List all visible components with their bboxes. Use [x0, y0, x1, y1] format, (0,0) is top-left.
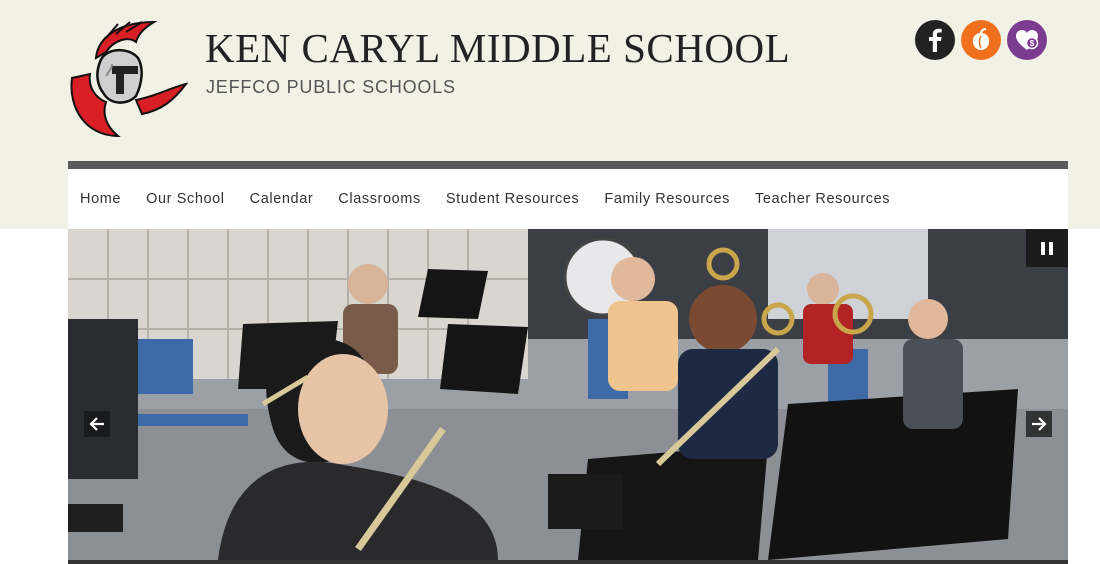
- arrow-left-icon: [89, 417, 104, 431]
- nav-item-calendar[interactable]: Calendar: [250, 191, 314, 207]
- site-subtitle: JEFFCO PUBLIC SCHOOLS: [206, 77, 456, 97]
- peachjar-button[interactable]: [961, 20, 1001, 60]
- pause-button[interactable]: [1026, 229, 1068, 267]
- main-nav: Home Our School Calendar Classrooms Stud…: [68, 169, 1068, 229]
- spartan-helmet-icon[interactable]: [66, 18, 188, 140]
- nav-divider: [68, 161, 1068, 169]
- band-class-photo: [68, 229, 1068, 560]
- facebook-button[interactable]: [915, 20, 955, 60]
- nav-item-student-resources[interactable]: Student Resources: [446, 191, 580, 207]
- donate-heart-icon: $: [1016, 30, 1039, 50]
- hero-slideshow[interactable]: [68, 229, 1068, 560]
- pause-icon: [1041, 241, 1045, 255]
- nav-item-teacher-resources[interactable]: Teacher Resources: [755, 191, 890, 207]
- nav-item-family-resources[interactable]: Family Resources: [604, 191, 730, 207]
- next-slide-button[interactable]: [1026, 411, 1052, 437]
- peachjar-icon: [972, 28, 990, 50]
- donate-button[interactable]: $: [1007, 20, 1047, 60]
- nav-item-classrooms[interactable]: Classrooms: [338, 191, 421, 207]
- facebook-icon: [929, 28, 942, 52]
- svg-text:$: $: [1030, 39, 1035, 48]
- page-title: KEN CARYL MIDDLE SCHOOL: [205, 25, 791, 71]
- prev-slide-button[interactable]: [84, 411, 110, 437]
- nav-item-our-school[interactable]: Our School: [146, 191, 225, 207]
- nav-item-home[interactable]: Home: [80, 191, 121, 207]
- arrow-right-icon: [1032, 417, 1047, 431]
- slideshow-bottom-strip: [68, 560, 1068, 564]
